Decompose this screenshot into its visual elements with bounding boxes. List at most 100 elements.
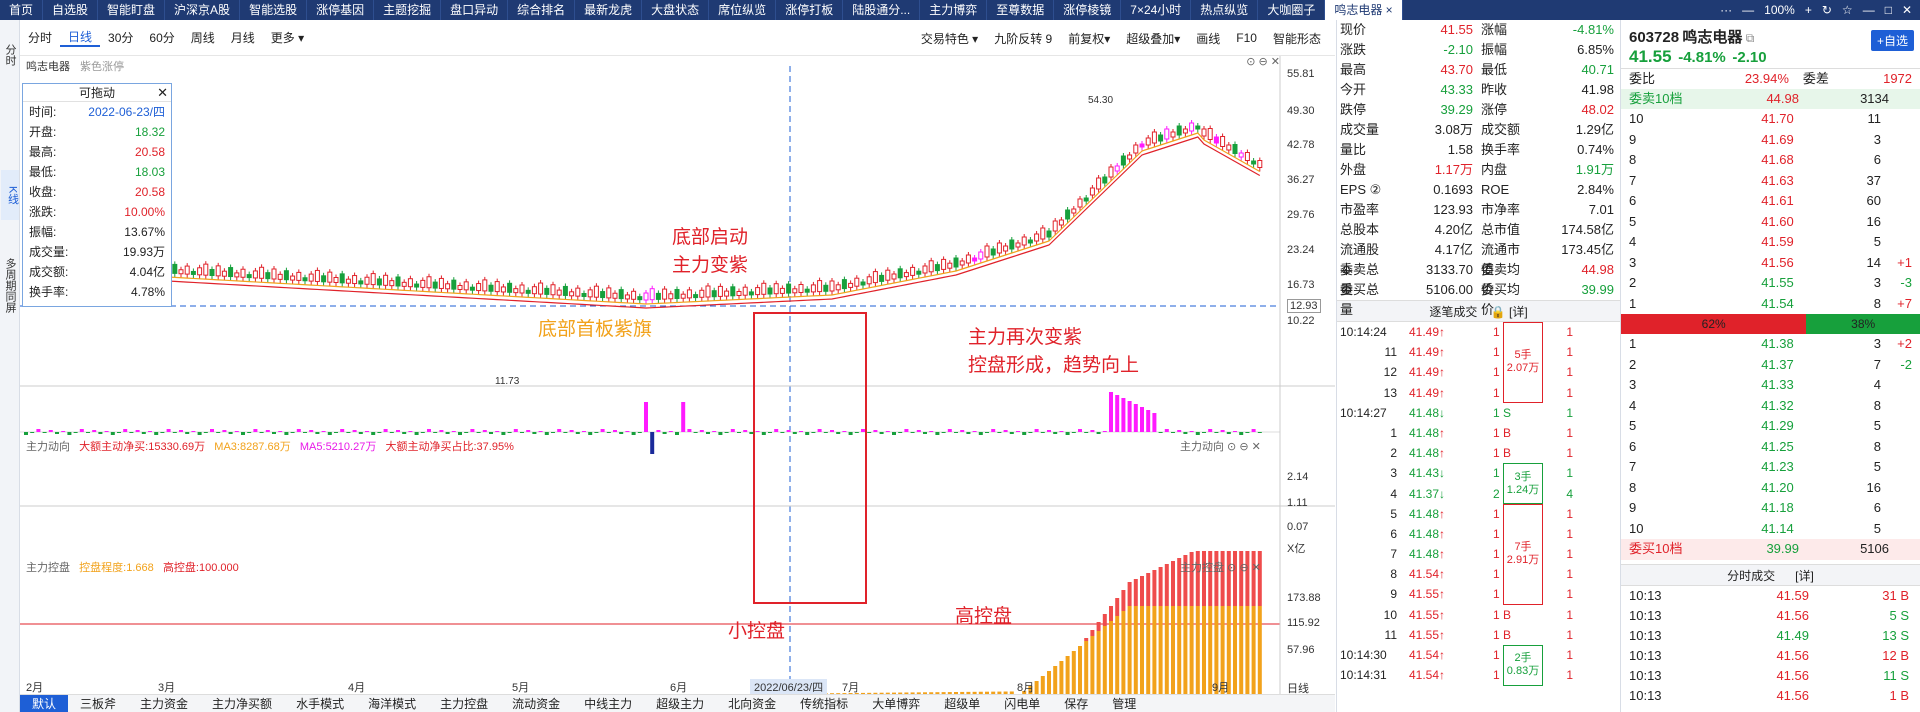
window-control-5[interactable]: ☆ <box>1842 3 1853 17</box>
depth-row[interactable]: 5 41.60 16 <box>1621 212 1920 233</box>
top-tab-12[interactable]: 涨停打板 <box>776 0 844 20</box>
top-tab-1[interactable]: 自选股 <box>43 0 99 20</box>
candle <box>1003 245 1009 252</box>
flow-bar <box>104 431 109 432</box>
depth-row[interactable]: 10 41.14 5 <box>1621 519 1920 540</box>
top-tab-17[interactable]: 7×24小时 <box>1121 0 1192 20</box>
overlay-dropdown[interactable]: 超级叠加▾ <box>1118 30 1188 47</box>
depth-row[interactable]: 9 41.18 6 <box>1621 498 1920 519</box>
depth-row[interactable]: 1 41.38 3 +2 <box>1621 334 1920 355</box>
window-control-6[interactable]: — <box>1863 3 1875 17</box>
nine-reversal-button[interactable]: 九阶反转 9 <box>986 30 1060 47</box>
depth-row[interactable]: 3 41.56 14 +1 <box>1621 253 1920 274</box>
flow-bar <box>910 432 915 433</box>
flow-bar <box>600 429 605 432</box>
depth-row[interactable]: 4 41.32 8 <box>1621 396 1920 417</box>
top-tab-0[interactable]: 首页 <box>0 0 44 20</box>
indicator-tab-16[interactable]: 管理 <box>1100 695 1148 712</box>
top-tab-8[interactable]: 综合排名 <box>508 0 576 20</box>
depth-row[interactable]: 1 41.54 8 +7 <box>1621 294 1920 315</box>
indicator-tab-15[interactable]: 保存 <box>1052 695 1100 712</box>
depth-row[interactable]: 7 41.63 37 <box>1621 171 1920 192</box>
indicator-tab-10[interactable]: 北向资金 <box>716 695 788 712</box>
top-tab-7[interactable]: 盘口异动 <box>441 0 509 20</box>
window-control-2[interactable]: 100% <box>1764 3 1795 17</box>
indicator-tab-7[interactable]: 流动资金 <box>500 695 572 712</box>
indicator-tab-3[interactable]: 主力净买额 <box>200 695 284 712</box>
period-60min-button[interactable]: 60分 <box>141 29 182 46</box>
sidebar-item-multi-period[interactable]: 多周期同屏 <box>3 240 16 330</box>
window-control-0[interactable]: ··· <box>1720 3 1732 17</box>
depth-row[interactable]: 7 41.23 5 <box>1621 457 1920 478</box>
copy-icon[interactable]: ⧉ <box>1746 31 1755 45</box>
top-tab-9[interactable]: 最新龙虎 <box>575 0 643 20</box>
period-monthly-button[interactable]: 月线 <box>223 29 263 46</box>
depth-row[interactable]: 8 41.68 6 <box>1621 150 1920 171</box>
indicator-tab-6[interactable]: 主力控盘 <box>428 695 500 712</box>
depth-row[interactable]: 10 41.70 11 <box>1621 109 1920 130</box>
top-tab-20[interactable]: 鸣志电器 × <box>1325 0 1403 20</box>
top-tab-19[interactable]: 大咖圈子 <box>1258 0 1326 20</box>
period-30min-button[interactable]: 30分 <box>100 29 141 46</box>
trades-list[interactable]: 10:14:24 41.49 ↑ 1 B 1 11 41.49 ↑ 1 B 1 12 41.49 ↑ 1 … <box>1337 322 1620 686</box>
close-icon[interactable]: ✕ <box>157 84 168 102</box>
more-periods-dropdown[interactable]: 更多 ▾ <box>263 29 312 46</box>
depth-row[interactable]: 5 41.29 5 <box>1621 416 1920 437</box>
top-tab-3[interactable]: 沪深京A股 <box>165 0 241 20</box>
period-minute-button[interactable]: 分时 <box>20 29 60 46</box>
window-control-4[interactable]: ↻ <box>1822 3 1832 17</box>
window-control-1[interactable]: — <box>1742 3 1754 17</box>
sidebar-item-minute[interactable]: 分时 <box>3 40 16 70</box>
depth-row[interactable]: 2 41.37 7 -2 <box>1621 355 1920 376</box>
adjust-dropdown[interactable]: 前复权▾ <box>1060 30 1118 47</box>
tooltip-title[interactable]: 可拖动 ✕ <box>23 84 171 102</box>
top-tab-15[interactable]: 至尊数据 <box>987 0 1055 20</box>
ticks-detail-link[interactable]: [详] <box>1795 569 1814 583</box>
indicator-tab-0[interactable]: 默认 <box>20 695 69 712</box>
add-watchlist-button[interactable]: +自选 <box>1870 30 1914 51</box>
indicator-tab-11[interactable]: 传统指标 <box>788 695 860 712</box>
candle <box>996 242 1002 254</box>
top-tab-16[interactable]: 涨停棱镜 <box>1054 0 1122 20</box>
smart-pattern-button[interactable]: 智能形态 <box>1265 30 1329 47</box>
sidebar-item-kline[interactable]: K线 <box>0 170 19 220</box>
top-tab-14[interactable]: 主力博弈 <box>920 0 988 20</box>
depth-row[interactable]: 2 41.55 3 -3 <box>1621 273 1920 294</box>
top-tab-11[interactable]: 席位纵览 <box>709 0 777 20</box>
period-daily-button[interactable]: 日线 <box>60 28 101 47</box>
period-weekly-button[interactable]: 周线 <box>183 29 223 46</box>
window-control-3[interactable]: + <box>1805 3 1812 17</box>
depth-row[interactable]: 6 41.25 8 <box>1621 437 1920 458</box>
indicator-tab-9[interactable]: 超级主力 <box>644 695 716 712</box>
trade-volume: 1 S <box>1492 405 1511 420</box>
trade-features-dropdown[interactable]: 交易特色 ▾ <box>913 30 986 47</box>
indicator-tab-8[interactable]: 中线主力 <box>572 695 644 712</box>
top-tab-2[interactable]: 智能盯盘 <box>98 0 166 20</box>
f10-button[interactable]: F10 <box>1228 31 1265 45</box>
window-control-8[interactable]: ✕ <box>1902 3 1912 17</box>
candle-info-tooltip[interactable]: 可拖动 ✕ 时间: 2022-06-23/四 开盘: 18.32 最高: 20.58 最低: 1… <box>22 83 172 307</box>
top-tab-13[interactable]: 陆股通分... <box>843 0 921 20</box>
indicator-tab-4[interactable]: 水手模式 <box>284 695 356 712</box>
trades-detail-link[interactable]: [详] <box>1509 305 1528 319</box>
top-tab-4[interactable]: 智能选股 <box>240 0 308 20</box>
indicator-tab-13[interactable]: 超级单 <box>932 695 992 712</box>
depth-row[interactable]: 9 41.69 3 <box>1621 130 1920 151</box>
lock-icon[interactable]: 🔒 <box>1491 305 1506 319</box>
depth-row[interactable]: 8 41.20 16 <box>1621 478 1920 499</box>
top-tab-10[interactable]: 大盘状态 <box>642 0 710 20</box>
top-tab-6[interactable]: 主题挖掘 <box>374 0 442 20</box>
indicator-tab-5[interactable]: 海洋模式 <box>356 695 428 712</box>
depth-row[interactable]: 4 41.59 5 <box>1621 232 1920 253</box>
indicator-tab-12[interactable]: 大单博弈 <box>860 695 932 712</box>
depth-row[interactable]: 3 41.33 4 <box>1621 375 1920 396</box>
trade-time: 10:14:31 <box>1340 668 1387 683</box>
window-control-7[interactable]: □ <box>1885 3 1892 17</box>
indicator-tab-1[interactable]: 三板斧 <box>68 695 128 712</box>
top-tab-5[interactable]: 涨停基因 <box>307 0 375 20</box>
indicator-tab-14[interactable]: 闪电单 <box>992 695 1052 712</box>
draw-line-button[interactable]: 画线 <box>1188 30 1228 47</box>
depth-row[interactable]: 6 41.61 60 <box>1621 191 1920 212</box>
indicator-tab-2[interactable]: 主力资金 <box>128 695 200 712</box>
top-tab-18[interactable]: 热点纵览 <box>1191 0 1259 20</box>
